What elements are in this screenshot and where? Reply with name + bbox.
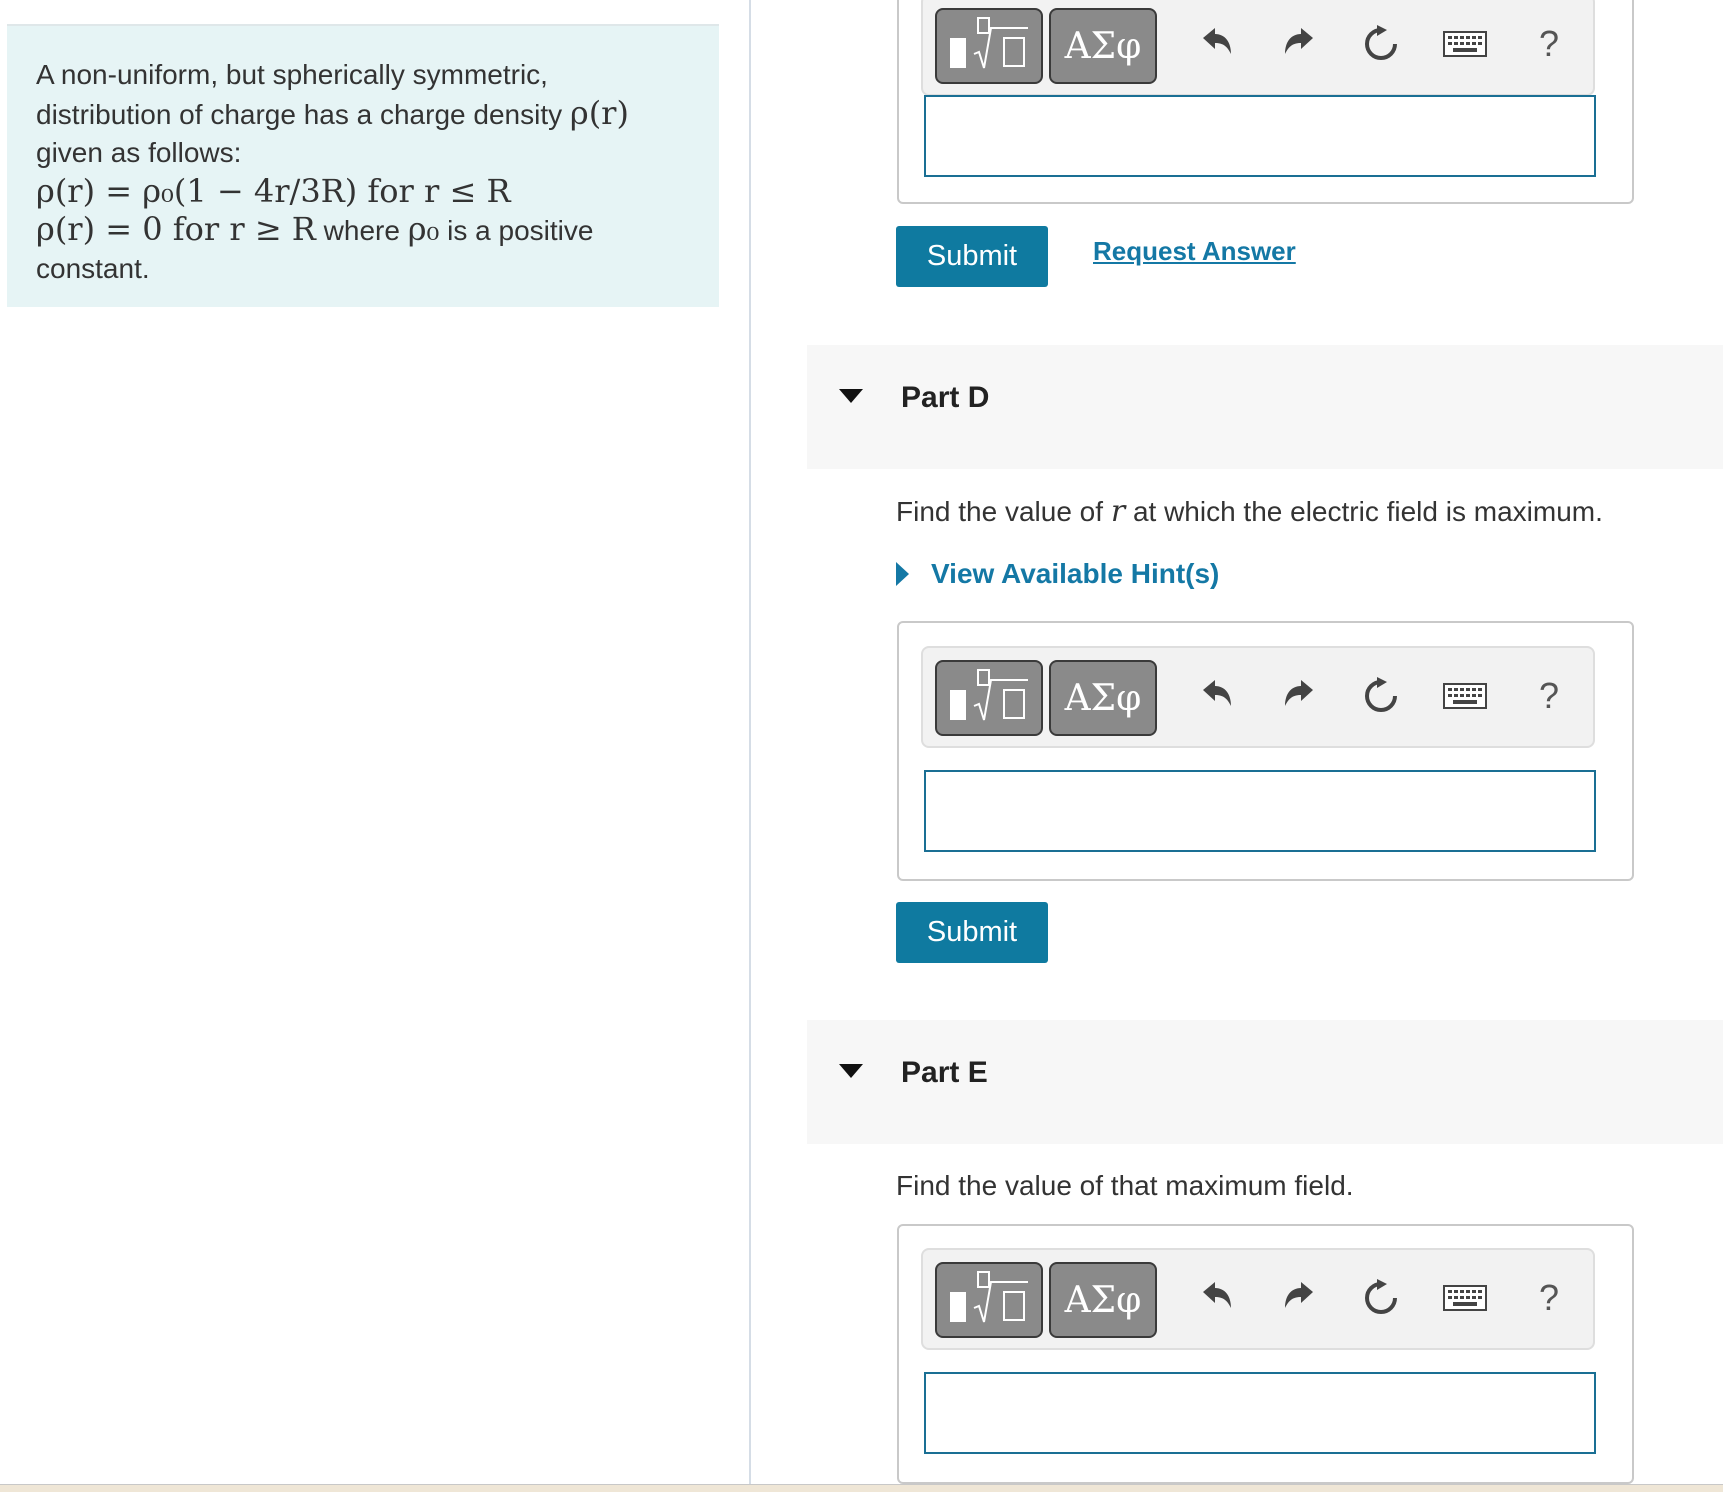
part-d-submit-button[interactable]: Submit: [896, 902, 1048, 963]
expand-arrow-icon: [896, 562, 909, 586]
reset-icon[interactable]: [1353, 1268, 1409, 1328]
templates-button[interactable]: [935, 8, 1043, 84]
part-d-answer-input[interactable]: [924, 770, 1596, 852]
undo-icon[interactable]: [1187, 1268, 1243, 1328]
part-d-answer-card: ΑΣφ ?: [897, 621, 1634, 881]
help-button[interactable]: ?: [1521, 14, 1577, 74]
help-button[interactable]: ?: [1521, 1268, 1577, 1328]
positive-text: is a positive: [447, 215, 594, 246]
templates-button[interactable]: [935, 660, 1043, 736]
collapse-arrow-icon[interactable]: [839, 1064, 863, 1078]
keyboard-icon[interactable]: [1437, 666, 1493, 726]
greek-symbols-button[interactable]: ΑΣφ: [1049, 1262, 1157, 1338]
density-equation-outside-math: ρ(r) = 0 for r ≥ R: [36, 210, 316, 248]
rho0-math: ρ₀: [407, 210, 440, 248]
problem-statement: A non-uniform, but spherically symmetric…: [7, 24, 719, 307]
view-hints-toggle[interactable]: View Available Hint(s): [896, 558, 1219, 590]
part-e-math-toolbar: ΑΣφ ?: [921, 1248, 1595, 1350]
problem-panel: A non-uniform, but spherically symmetric…: [0, 0, 749, 1491]
part-d-header[interactable]: Part D: [807, 345, 1723, 469]
templates-icon: [950, 1271, 1028, 1323]
panel-divider: [749, 0, 751, 1491]
part-e-header[interactable]: Part E: [807, 1020, 1723, 1144]
part-c-submit-button[interactable]: Submit: [896, 226, 1048, 287]
problem-line-3: given as follows:: [36, 137, 242, 168]
redo-icon[interactable]: [1273, 1268, 1329, 1328]
undo-icon[interactable]: [1187, 666, 1243, 726]
part-d-math-toolbar: ΑΣφ ?: [921, 646, 1595, 748]
undo-icon[interactable]: [1187, 14, 1243, 74]
part-e-question: Find the value of that maximum field.: [896, 1170, 1354, 1201]
part-d-question: Find the value of r at which the electri…: [896, 494, 1603, 529]
templates-button[interactable]: [935, 1262, 1043, 1338]
problem-line-2-text: distribution of charge has a charge dens…: [36, 99, 563, 130]
view-hints-link[interactable]: View Available Hint(s): [931, 558, 1219, 590]
templates-icon: [950, 17, 1028, 69]
part-d-question-pre: Find the value of: [896, 496, 1104, 527]
part-c-math-toolbar: ΑΣφ ?: [921, 0, 1595, 96]
reset-icon[interactable]: [1353, 666, 1409, 726]
redo-icon[interactable]: [1273, 14, 1329, 74]
help-button[interactable]: ?: [1521, 666, 1577, 726]
part-c-answer-card: ΑΣφ ?: [897, 0, 1634, 204]
part-d-question-post: at which the electric field is maximum.: [1132, 496, 1603, 527]
part-d-title: Part D: [901, 381, 990, 414]
part-c-answer-input[interactable]: [924, 95, 1596, 177]
problem-line-2: distribution of charge has a charge dens…: [36, 94, 691, 134]
greek-symbols-button[interactable]: ΑΣφ: [1049, 8, 1157, 84]
problem-line-1: A non-uniform, but spherically symmetric…: [36, 59, 548, 90]
templates-icon: [950, 669, 1028, 721]
redo-icon[interactable]: [1273, 666, 1329, 726]
keyboard-icon[interactable]: [1437, 14, 1493, 74]
rho-of-r-math: ρ(r): [569, 94, 629, 132]
part-e-title: Part E: [901, 1056, 988, 1089]
problem-line-6: constant.: [36, 253, 150, 284]
request-answer-link[interactable]: Request Answer: [1093, 236, 1296, 267]
part-d-question-var: r: [1110, 494, 1126, 529]
density-equation-outside: ρ(r) = 0 for r ≥ R where ρ₀ is a positiv…: [36, 210, 691, 250]
where-text: where: [323, 215, 400, 246]
part-e-answer-card: ΑΣφ ?: [897, 1224, 1634, 1484]
greek-symbols-button[interactable]: ΑΣφ: [1049, 660, 1157, 736]
reset-icon[interactable]: [1353, 14, 1409, 74]
part-e-answer-input[interactable]: [924, 1372, 1596, 1454]
density-equation-inside: ρ(r) = ρ₀(1 − 4r/3R) for r ≤ R: [36, 172, 511, 210]
keyboard-icon[interactable]: [1437, 1268, 1493, 1328]
collapse-arrow-icon[interactable]: [839, 389, 863, 403]
